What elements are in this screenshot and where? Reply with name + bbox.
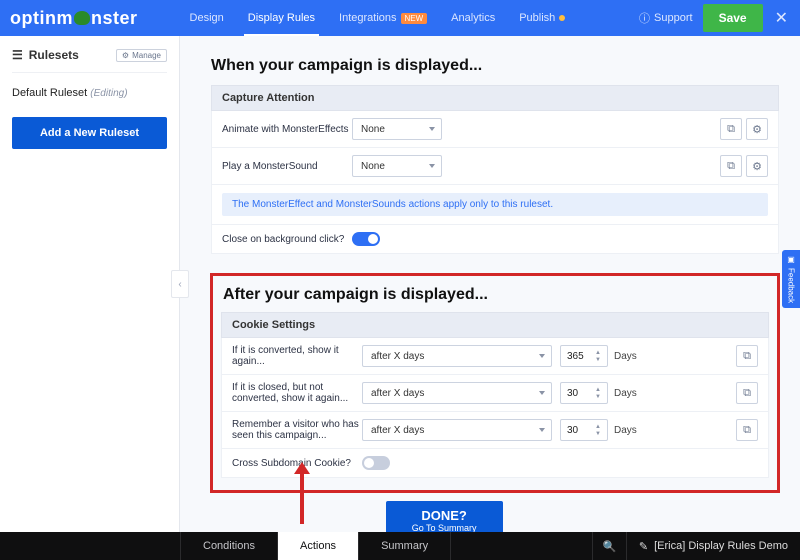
label-remember: Remember a visitor who has seen this cam… <box>232 419 362 441</box>
support-link[interactable]: ⓘSupport <box>639 10 693 26</box>
copy-button[interactable]: ⧉ <box>720 155 742 177</box>
tab-analytics[interactable]: Analytics <box>439 0 507 36</box>
monster-icon <box>74 11 90 25</box>
search-icon: 🔍 <box>603 540 617 553</box>
label-animate: Animate with MonsterEffects <box>222 124 352 135</box>
toggle-close-bg[interactable] <box>352 232 380 246</box>
bottom-tab-actions[interactable]: Actions <box>278 532 359 560</box>
search-button[interactable]: 🔍 <box>592 532 626 560</box>
label-close-bg: Close on background click? <box>222 234 352 245</box>
copy-button[interactable]: ⧉ <box>720 118 742 140</box>
days-label: Days <box>614 388 637 399</box>
main-content: When your campaign is displayed... Captu… <box>180 36 800 532</box>
logo: optinmnster <box>10 8 138 29</box>
label-sound: Play a MonsterSound <box>222 161 352 172</box>
top-bar: optinmnster Design Display Rules Integra… <box>0 0 800 36</box>
card-capture-attention: Capture Attention <box>211 85 779 111</box>
copy-button[interactable]: ⧉ <box>736 419 758 441</box>
toggle-cross-subdomain[interactable] <box>362 456 390 470</box>
select-converted[interactable]: after X days <box>362 345 552 367</box>
select-sound[interactable]: None <box>352 155 442 177</box>
chevron-down-icon <box>539 428 545 432</box>
speech-icon: ▣ <box>787 255 796 264</box>
bottom-tab-summary[interactable]: Summary <box>359 532 451 560</box>
settings-button[interactable]: ⚙ <box>746 155 768 177</box>
chevron-down-icon <box>539 354 545 358</box>
chevron-down-icon <box>429 164 435 168</box>
copy-button[interactable]: ⧉ <box>736 345 758 367</box>
bottom-tab-conditions[interactable]: Conditions <box>180 532 278 560</box>
select-animate[interactable]: None <box>352 118 442 140</box>
days-label: Days <box>614 425 637 436</box>
copy-icon: ⧉ <box>743 350 751 363</box>
chevron-down-icon <box>539 391 545 395</box>
tab-display-rules[interactable]: Display Rules <box>236 0 327 36</box>
tab-publish[interactable]: Publish <box>507 0 577 36</box>
chevron-down-icon <box>429 127 435 131</box>
settings-button[interactable]: ⚙ <box>746 118 768 140</box>
done-summary-button[interactable]: DONE? Go To Summary <box>386 501 503 532</box>
chevron-left-icon: ‹ <box>178 279 181 290</box>
copy-button[interactable]: ⧉ <box>736 382 758 404</box>
feedback-tab[interactable]: ▣ Feedback <box>782 250 800 308</box>
tab-integrations[interactable]: IntegrationsNEW <box>327 0 439 36</box>
section-when-title: When your campaign is displayed... <box>211 57 779 75</box>
sidebar: ☰ Rulesets ⚙Manage Default Ruleset (Editi… <box>0 36 180 532</box>
select-closed[interactable]: after X days <box>362 382 552 404</box>
label-converted: If it is converted, show it again... <box>232 345 362 367</box>
highlighted-section: After your campaign is displayed... Cook… <box>210 273 780 493</box>
input-closed-days[interactable]: 30▲▼ <box>560 382 608 404</box>
copy-icon: ⧉ <box>727 123 735 136</box>
dot-badge-icon <box>559 15 565 21</box>
top-nav: Design Display Rules IntegrationsNEW Ana… <box>178 0 578 36</box>
gear-icon: ⚙ <box>752 160 762 173</box>
info-banner: The MonsterEffect and MonsterSounds acti… <box>222 193 768 216</box>
annotation-arrow-icon <box>300 472 304 524</box>
card-cookie-settings: Cookie Settings <box>221 312 769 338</box>
pencil-icon: ✎ <box>639 540 648 553</box>
new-badge-icon: NEW <box>401 13 428 24</box>
ruleset-current[interactable]: Default Ruleset (Editing) <box>12 87 167 99</box>
list-icon: ☰ <box>12 48 23 62</box>
select-remember[interactable]: after X days <box>362 419 552 441</box>
copy-icon: ⧉ <box>727 160 735 173</box>
gear-icon: ⚙ <box>122 51 129 60</box>
save-button[interactable]: Save <box>703 4 763 32</box>
bottom-bar: Conditions Actions Summary 🔍 ✎[Erica] Di… <box>0 532 800 560</box>
close-icon[interactable]: ✕ <box>773 8 790 28</box>
copy-icon: ⧉ <box>743 424 751 437</box>
input-remember-days[interactable]: 30▲▼ <box>560 419 608 441</box>
gear-icon: ⚙ <box>752 123 762 136</box>
manage-rulesets-button[interactable]: ⚙Manage <box>116 49 167 62</box>
days-label: Days <box>614 351 637 362</box>
campaign-name-display[interactable]: ✎[Erica] Display Rules Demo <box>626 532 800 560</box>
input-converted-days[interactable]: 365▲▼ <box>560 345 608 367</box>
add-ruleset-button[interactable]: Add a New Ruleset <box>12 117 167 149</box>
collapse-sidebar-button[interactable]: ‹ <box>171 270 189 298</box>
label-closed: If it is closed, but not converted, show… <box>232 382 362 404</box>
help-icon: ⓘ <box>639 10 650 26</box>
copy-icon: ⧉ <box>743 387 751 400</box>
sidebar-title: Rulesets <box>29 48 79 62</box>
tab-design[interactable]: Design <box>178 0 236 36</box>
section-after-title: After your campaign is displayed... <box>223 286 769 304</box>
